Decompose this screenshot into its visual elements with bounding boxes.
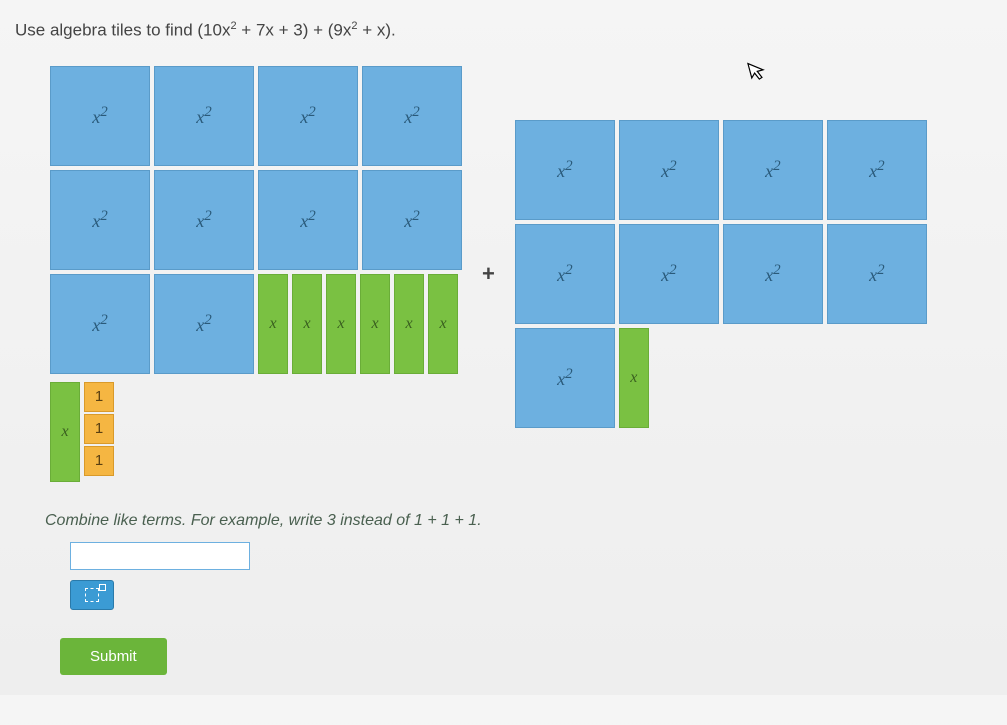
x2-tile: x2 bbox=[50, 66, 150, 166]
x-tile: x bbox=[428, 274, 458, 374]
x2-tile: x2 bbox=[154, 170, 254, 270]
x2-tile: x2 bbox=[515, 120, 615, 220]
x2-tile: x2 bbox=[619, 224, 719, 324]
x-tile: x bbox=[326, 274, 356, 374]
one-tile: 1 bbox=[84, 382, 114, 412]
x2-tile: x2 bbox=[154, 66, 254, 166]
x-tile: x bbox=[619, 328, 649, 428]
x-tile: x bbox=[292, 274, 322, 374]
x-tile: x bbox=[394, 274, 424, 374]
x2-tile: x2 bbox=[515, 328, 615, 428]
submit-button[interactable]: Submit bbox=[60, 638, 167, 675]
x2-tile: x2 bbox=[619, 120, 719, 220]
one-tile: 1 bbox=[84, 414, 114, 444]
x2-tile: x2 bbox=[362, 66, 462, 166]
question-text: Use algebra tiles to find (10x2 + 7x + 3… bbox=[15, 20, 992, 41]
tiles-area: x2 x2 x2 x2 x2 x2 x2 x2 x2 x2 x x x x x … bbox=[15, 66, 992, 482]
x2-tile: x2 bbox=[827, 120, 927, 220]
x2-tile: x2 bbox=[515, 224, 615, 324]
x2-tile: x2 bbox=[723, 120, 823, 220]
right-expression: x2 x2 x2 x2 x2 x2 x2 x2 x2 x bbox=[515, 120, 927, 428]
x2-tile: x2 bbox=[362, 170, 462, 270]
answer-input[interactable] bbox=[70, 542, 250, 570]
x-tile: x bbox=[258, 274, 288, 374]
plus-operator: + bbox=[477, 261, 500, 287]
x2-tile: x2 bbox=[827, 224, 927, 324]
x2-tile: x2 bbox=[723, 224, 823, 324]
instruction-text: Combine like terms. For example, write 3… bbox=[45, 512, 992, 530]
one-tile: 1 bbox=[84, 446, 114, 476]
left-expression: x2 x2 x2 x2 x2 x2 x2 x2 x2 x2 x x x x x … bbox=[50, 66, 462, 482]
x-tile: x bbox=[360, 274, 390, 374]
x2-tile: x2 bbox=[50, 274, 150, 374]
x2-tile: x2 bbox=[258, 170, 358, 270]
x-tile: x bbox=[50, 382, 80, 482]
x2-tile: x2 bbox=[154, 274, 254, 374]
x2-tile: x2 bbox=[50, 170, 150, 270]
x2-tile: x2 bbox=[258, 66, 358, 166]
exponent-button[interactable] bbox=[70, 580, 114, 610]
